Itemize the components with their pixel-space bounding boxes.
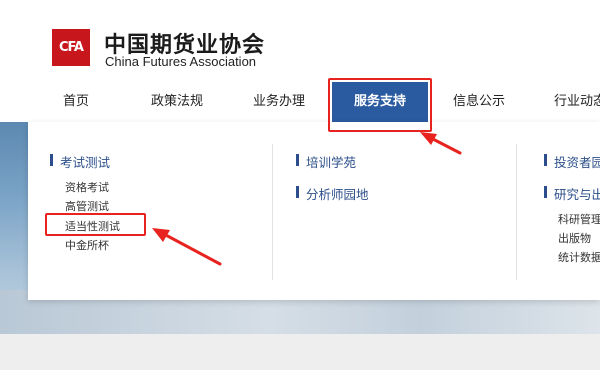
link-cffex-cup[interactable]: 中金所杯 [65, 237, 109, 253]
nav-item-home[interactable]: 首页 [38, 82, 114, 122]
category-bar-icon [544, 186, 547, 198]
link-publications[interactable]: 出版物 [558, 230, 591, 246]
main-nav: 首页 政策法规 业务办理 服务支持 信息公示 行业动态 [0, 82, 600, 122]
site-header: CFA 中国期货业协会 China Futures Association [0, 0, 600, 82]
cfa-logo-icon[interactable]: CFA [52, 29, 90, 66]
category-bar-icon [296, 186, 299, 198]
category-label: 培训学苑 [306, 155, 357, 170]
annotation-box-link [45, 213, 146, 236]
category-label: 考试测试 [60, 155, 111, 170]
category-label: 分析师园地 [306, 187, 369, 202]
category-exam-test[interactable]: 考试测试 [50, 152, 110, 171]
category-label: 投资者园 [554, 155, 600, 170]
nav-item-industry-news[interactable]: 行业动态 [545, 82, 600, 122]
column-divider [272, 144, 273, 280]
content-area [0, 334, 600, 370]
org-name-en: China Futures Association [105, 54, 257, 69]
category-investor-garden[interactable]: 投资者园 [544, 152, 600, 171]
category-bar-icon [50, 154, 53, 166]
link-research-management[interactable]: 科研管理 [558, 211, 600, 227]
category-bar-icon [296, 154, 299, 166]
column-divider [516, 144, 517, 280]
nav-item-disclosure[interactable]: 信息公示 [440, 82, 518, 122]
link-qualification-exam[interactable]: 资格考试 [65, 179, 109, 195]
category-training[interactable]: 培训学苑 [296, 152, 356, 171]
category-bar-icon [544, 154, 547, 166]
category-analyst-garden[interactable]: 分析师园地 [296, 184, 369, 203]
nav-item-policy[interactable]: 政策法规 [138, 82, 216, 122]
link-executive-test[interactable]: 高管测试 [65, 198, 109, 214]
annotation-box-nav [328, 78, 432, 132]
link-statistics[interactable]: 统计数据 [558, 249, 600, 265]
service-support-dropdown: 考试测试 资格考试 高管测试 适当性测试 中金所杯 培训学苑 分析师园地 投资者… [28, 122, 600, 300]
category-research-publishing[interactable]: 研究与出 [544, 184, 600, 203]
logo-glyph: CFA [59, 40, 84, 55]
nav-item-business[interactable]: 业务办理 [240, 82, 318, 122]
category-label: 研究与出 [554, 187, 600, 202]
